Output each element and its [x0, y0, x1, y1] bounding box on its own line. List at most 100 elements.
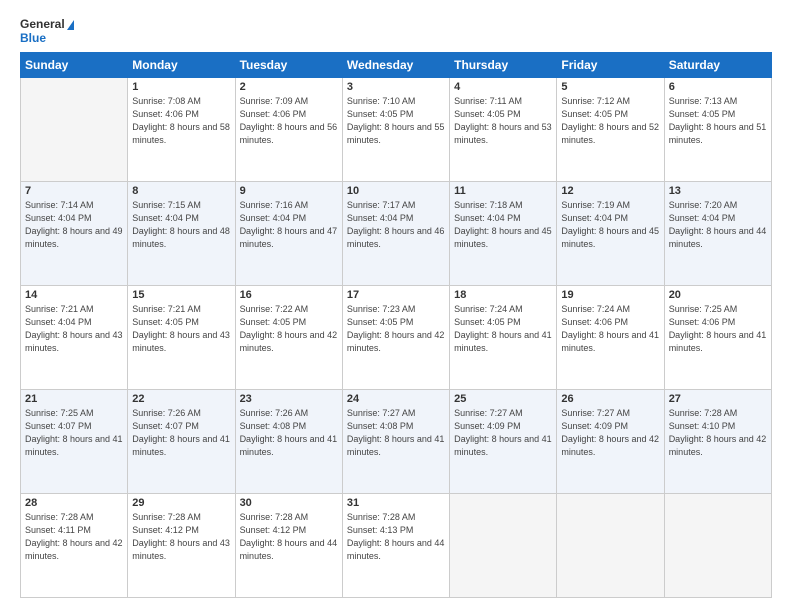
calendar-week-row-2: 7 Sunrise: 7:14 AMSunset: 4:04 PMDayligh…: [21, 181, 772, 285]
calendar-weekday-wednesday: Wednesday: [342, 52, 449, 77]
calendar-cell: 8 Sunrise: 7:15 AMSunset: 4:04 PMDayligh…: [128, 181, 235, 285]
day-number: 26: [561, 393, 659, 405]
calendar-weekday-monday: Monday: [128, 52, 235, 77]
day-info: Sunrise: 7:21 AMSunset: 4:05 PMDaylight:…: [132, 304, 230, 353]
day-number: 23: [240, 393, 338, 405]
day-info: Sunrise: 7:10 AMSunset: 4:05 PMDaylight:…: [347, 96, 445, 145]
day-number: 24: [347, 393, 445, 405]
calendar-cell: 22 Sunrise: 7:26 AMSunset: 4:07 PMDaylig…: [128, 389, 235, 493]
day-info: Sunrise: 7:16 AMSunset: 4:04 PMDaylight:…: [240, 200, 338, 249]
day-number: 28: [25, 497, 123, 509]
day-number: 18: [454, 289, 552, 301]
day-info: Sunrise: 7:18 AMSunset: 4:04 PMDaylight:…: [454, 200, 552, 249]
day-info: Sunrise: 7:25 AMSunset: 4:07 PMDaylight:…: [25, 408, 123, 457]
day-info: Sunrise: 7:08 AMSunset: 4:06 PMDaylight:…: [132, 96, 230, 145]
calendar-cell: [557, 493, 664, 597]
calendar-cell: 19 Sunrise: 7:24 AMSunset: 4:06 PMDaylig…: [557, 285, 664, 389]
calendar-cell: 1 Sunrise: 7:08 AMSunset: 4:06 PMDayligh…: [128, 77, 235, 181]
day-info: Sunrise: 7:27 AMSunset: 4:08 PMDaylight:…: [347, 408, 445, 457]
calendar-cell: 21 Sunrise: 7:25 AMSunset: 4:07 PMDaylig…: [21, 389, 128, 493]
day-number: 12: [561, 185, 659, 197]
day-info: Sunrise: 7:19 AMSunset: 4:04 PMDaylight:…: [561, 200, 659, 249]
day-number: 21: [25, 393, 123, 405]
calendar-cell: 26 Sunrise: 7:27 AMSunset: 4:09 PMDaylig…: [557, 389, 664, 493]
day-number: 22: [132, 393, 230, 405]
day-number: 1: [132, 81, 230, 93]
day-info: Sunrise: 7:12 AMSunset: 4:05 PMDaylight:…: [561, 96, 659, 145]
day-number: 15: [132, 289, 230, 301]
day-number: 29: [132, 497, 230, 509]
day-number: 4: [454, 81, 552, 93]
calendar-cell: 12 Sunrise: 7:19 AMSunset: 4:04 PMDaylig…: [557, 181, 664, 285]
day-info: Sunrise: 7:24 AMSunset: 4:05 PMDaylight:…: [454, 304, 552, 353]
calendar-cell: 6 Sunrise: 7:13 AMSunset: 4:05 PMDayligh…: [664, 77, 771, 181]
calendar-weekday-thursday: Thursday: [450, 52, 557, 77]
header: General Blue: [20, 18, 772, 46]
calendar-cell: 20 Sunrise: 7:25 AMSunset: 4:06 PMDaylig…: [664, 285, 771, 389]
day-info: Sunrise: 7:26 AMSunset: 4:07 PMDaylight:…: [132, 408, 230, 457]
page: General Blue SundayMondayTuesdayWednesda…: [0, 0, 792, 612]
day-info: Sunrise: 7:28 AMSunset: 4:13 PMDaylight:…: [347, 512, 445, 561]
calendar-cell: 18 Sunrise: 7:24 AMSunset: 4:05 PMDaylig…: [450, 285, 557, 389]
calendar-week-row-5: 28 Sunrise: 7:28 AMSunset: 4:11 PMDaylig…: [21, 493, 772, 597]
calendar-week-row-3: 14 Sunrise: 7:21 AMSunset: 4:04 PMDaylig…: [21, 285, 772, 389]
calendar-cell: 24 Sunrise: 7:27 AMSunset: 4:08 PMDaylig…: [342, 389, 449, 493]
day-info: Sunrise: 7:26 AMSunset: 4:08 PMDaylight:…: [240, 408, 338, 457]
calendar-week-row-1: 1 Sunrise: 7:08 AMSunset: 4:06 PMDayligh…: [21, 77, 772, 181]
calendar-cell: 31 Sunrise: 7:28 AMSunset: 4:13 PMDaylig…: [342, 493, 449, 597]
day-info: Sunrise: 7:09 AMSunset: 4:06 PMDaylight:…: [240, 96, 338, 145]
day-number: 27: [669, 393, 767, 405]
calendar-cell: [450, 493, 557, 597]
day-info: Sunrise: 7:14 AMSunset: 4:04 PMDaylight:…: [25, 200, 123, 249]
day-number: 19: [561, 289, 659, 301]
day-info: Sunrise: 7:28 AMSunset: 4:12 PMDaylight:…: [240, 512, 338, 561]
calendar-table: SundayMondayTuesdayWednesdayThursdayFrid…: [20, 52, 772, 598]
calendar-cell: 10 Sunrise: 7:17 AMSunset: 4:04 PMDaylig…: [342, 181, 449, 285]
calendar-cell: 30 Sunrise: 7:28 AMSunset: 4:12 PMDaylig…: [235, 493, 342, 597]
calendar-cell: 5 Sunrise: 7:12 AMSunset: 4:05 PMDayligh…: [557, 77, 664, 181]
calendar-cell: 27 Sunrise: 7:28 AMSunset: 4:10 PMDaylig…: [664, 389, 771, 493]
day-number: 30: [240, 497, 338, 509]
calendar-cell: 16 Sunrise: 7:22 AMSunset: 4:05 PMDaylig…: [235, 285, 342, 389]
calendar-cell: 11 Sunrise: 7:18 AMSunset: 4:04 PMDaylig…: [450, 181, 557, 285]
calendar-weekday-saturday: Saturday: [664, 52, 771, 77]
calendar-cell: 9 Sunrise: 7:16 AMSunset: 4:04 PMDayligh…: [235, 181, 342, 285]
day-number: 20: [669, 289, 767, 301]
calendar-cell: 4 Sunrise: 7:11 AMSunset: 4:05 PMDayligh…: [450, 77, 557, 181]
day-info: Sunrise: 7:22 AMSunset: 4:05 PMDaylight:…: [240, 304, 338, 353]
day-info: Sunrise: 7:20 AMSunset: 4:04 PMDaylight:…: [669, 200, 767, 249]
day-number: 31: [347, 497, 445, 509]
calendar-cell: [21, 77, 128, 181]
day-info: Sunrise: 7:24 AMSunset: 4:06 PMDaylight:…: [561, 304, 659, 353]
day-number: 9: [240, 185, 338, 197]
calendar-cell: 3 Sunrise: 7:10 AMSunset: 4:05 PMDayligh…: [342, 77, 449, 181]
day-number: 17: [347, 289, 445, 301]
day-number: 10: [347, 185, 445, 197]
day-info: Sunrise: 7:28 AMSunset: 4:11 PMDaylight:…: [25, 512, 123, 561]
day-info: Sunrise: 7:23 AMSunset: 4:05 PMDaylight:…: [347, 304, 445, 353]
day-info: Sunrise: 7:17 AMSunset: 4:04 PMDaylight:…: [347, 200, 445, 249]
calendar-cell: 23 Sunrise: 7:26 AMSunset: 4:08 PMDaylig…: [235, 389, 342, 493]
day-number: 25: [454, 393, 552, 405]
calendar-cell: 25 Sunrise: 7:27 AMSunset: 4:09 PMDaylig…: [450, 389, 557, 493]
day-number: 2: [240, 81, 338, 93]
day-number: 5: [561, 81, 659, 93]
day-info: Sunrise: 7:11 AMSunset: 4:05 PMDaylight:…: [454, 96, 552, 145]
calendar-header-row: SundayMondayTuesdayWednesdayThursdayFrid…: [21, 52, 772, 77]
day-number: 13: [669, 185, 767, 197]
day-info: Sunrise: 7:15 AMSunset: 4:04 PMDaylight:…: [132, 200, 230, 249]
day-number: 7: [25, 185, 123, 197]
calendar-weekday-tuesday: Tuesday: [235, 52, 342, 77]
calendar-cell: [664, 493, 771, 597]
day-number: 6: [669, 81, 767, 93]
calendar-cell: 17 Sunrise: 7:23 AMSunset: 4:05 PMDaylig…: [342, 285, 449, 389]
day-number: 3: [347, 81, 445, 93]
day-info: Sunrise: 7:27 AMSunset: 4:09 PMDaylight:…: [454, 408, 552, 457]
calendar-cell: 15 Sunrise: 7:21 AMSunset: 4:05 PMDaylig…: [128, 285, 235, 389]
calendar-cell: 13 Sunrise: 7:20 AMSunset: 4:04 PMDaylig…: [664, 181, 771, 285]
calendar-cell: 2 Sunrise: 7:09 AMSunset: 4:06 PMDayligh…: [235, 77, 342, 181]
day-number: 16: [240, 289, 338, 301]
day-info: Sunrise: 7:28 AMSunset: 4:10 PMDaylight:…: [669, 408, 767, 457]
day-number: 14: [25, 289, 123, 301]
calendar-weekday-friday: Friday: [557, 52, 664, 77]
